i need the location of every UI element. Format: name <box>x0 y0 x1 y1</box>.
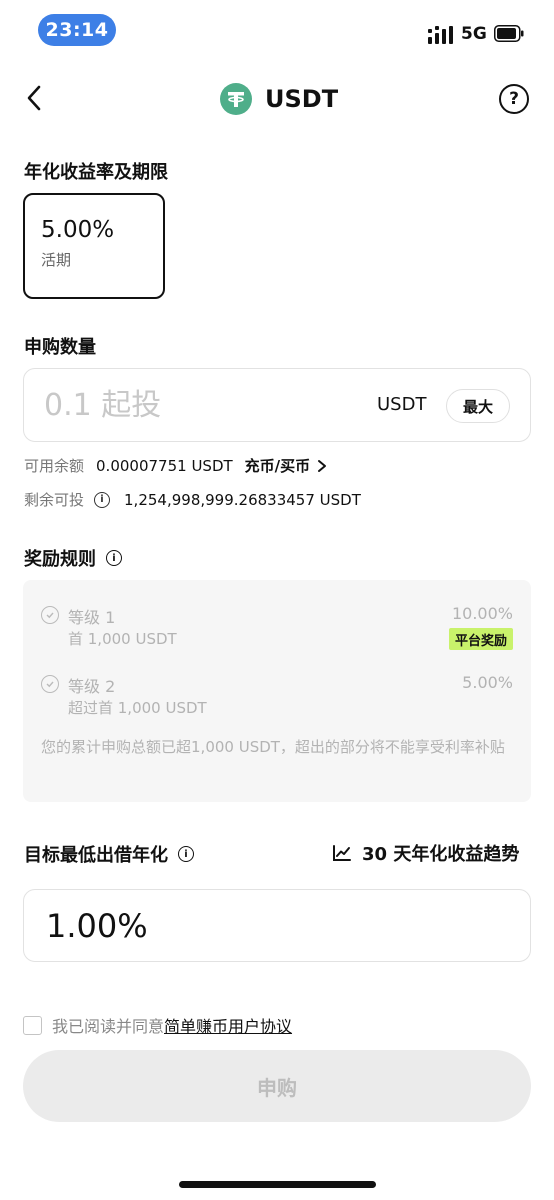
check-circle-icon <box>41 675 59 693</box>
signal-icon <box>428 26 453 44</box>
tier-name: 等级 2 <box>68 677 116 696</box>
trend-link-label: 30 天年化收益趋势 <box>362 844 520 865</box>
max-button[interactable]: 最大 <box>446 389 510 423</box>
balance-label: 可用余额 <box>24 457 85 475</box>
agreement-row: 我已阅读并同意 简单赚币用户协议 <box>23 1013 292 1037</box>
target-title: 目标最低出借年化 <box>24 845 168 866</box>
agreement-text: 我已阅读并同意 <box>52 1017 165 1036</box>
rate-value: 5.00% <box>41 217 115 243</box>
chevron-left-icon <box>27 85 41 111</box>
amount-section-title: 申购数量 <box>24 337 96 358</box>
rate-term: 活期 <box>41 251 72 269</box>
header-title-group: USDT <box>220 82 338 116</box>
deposit-buy-link-label: 充币/买币 <box>244 457 311 475</box>
reward-tier: 等级 1 首 1,000 USDT 10.00% 平台奖励 <box>41 604 513 654</box>
agreement-checkbox[interactable] <box>23 1015 42 1035</box>
tier-rate: 5.00% <box>462 673 513 692</box>
deposit-buy-link[interactable]: 充币/买币 <box>245 455 328 476</box>
back-button[interactable] <box>18 82 50 114</box>
platform-reward-badge: 平台奖励 <box>448 628 513 650</box>
question-icon: ? <box>509 89 519 109</box>
rate-section-title: 年化收益率及期限 <box>24 162 168 183</box>
check-circle-icon <box>41 606 59 624</box>
subscribe-button[interactable]: 申购 <box>23 1050 531 1122</box>
page-title: USDT <box>265 85 339 113</box>
rewards-info-icon[interactable]: i <box>106 550 122 566</box>
tier-rate: 10.00% <box>451 604 513 623</box>
balance-value: 0.00007751 USDT <box>96 456 233 475</box>
target-title-row: 目标最低出借年化 i <box>24 841 194 867</box>
help-button[interactable]: ? <box>499 84 529 114</box>
remaining-row: 剩余可投 i 1,254,998,999.26833457 USDT <box>24 489 361 510</box>
amount-unit: USDT <box>377 394 427 415</box>
target-info-icon[interactable]: i <box>178 846 194 862</box>
status-time: 23:14 <box>38 14 116 46</box>
amount-input-box: USDT 最大 <box>23 368 531 442</box>
remaining-info-icon[interactable]: i <box>94 491 111 508</box>
amount-input[interactable] <box>44 383 344 427</box>
rate-option-card[interactable]: 5.00% 活期 <box>23 193 165 299</box>
battery-icon <box>494 25 524 42</box>
remaining-value: 1,254,998,999.26833457 USDT <box>124 490 361 509</box>
balance-row: 可用余额 0.00007751 USDT 充币/买币 <box>24 455 328 476</box>
trend-chart-icon <box>333 845 351 861</box>
reward-rules-box: 等级 1 首 1,000 USDT 10.00% 平台奖励 等级 2 超过首 1… <box>23 580 531 802</box>
target-rate-box <box>23 889 531 962</box>
tier-desc: 超过首 1,000 USDT <box>68 699 207 717</box>
network-type: 5G <box>461 24 487 44</box>
remaining-label: 剩余可投 <box>24 491 85 509</box>
reward-note: 您的累计申购总额已超1,000 USDT，超出的部分将不能享受利率补贴 <box>41 738 505 756</box>
chevron-right-icon <box>318 459 327 472</box>
agreement-link[interactable]: 简单赚币用户协议 <box>164 1013 292 1037</box>
target-rate-input[interactable] <box>46 904 486 948</box>
reward-tier: 等级 2 超过首 1,000 USDT 5.00% <box>41 673 513 723</box>
home-indicator <box>179 1181 376 1188</box>
tier-desc: 首 1,000 USDT <box>68 630 177 648</box>
rewards-title-row: 奖励规则 i <box>24 545 122 571</box>
tier-name: 等级 1 <box>68 608 116 627</box>
header: USDT ? <box>0 70 554 126</box>
status-bar: 23:14 5G <box>0 0 554 62</box>
rewards-title: 奖励规则 <box>24 549 96 570</box>
tether-icon <box>220 83 252 115</box>
trend-link[interactable]: 30 天年化收益趋势 <box>332 840 519 866</box>
